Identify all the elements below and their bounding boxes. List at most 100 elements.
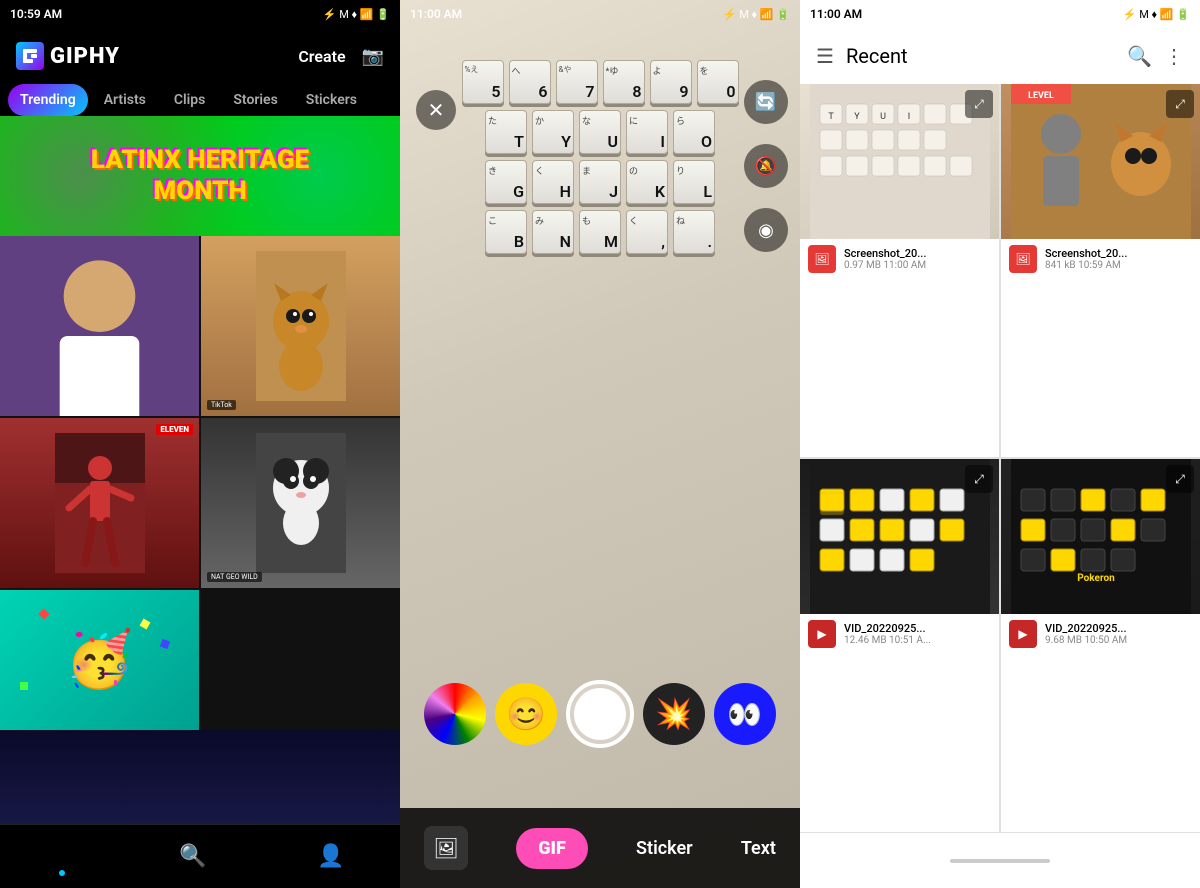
file-info: 🖼 Screenshot_20... 0.97 MB 11:00 AM (800, 239, 999, 279)
gallery-button[interactable]: 🖼 (424, 826, 468, 870)
home-icon: ⌂ (55, 844, 68, 870)
shutter-button[interactable] (566, 680, 634, 748)
file-thumbnail: Pokeron ⤢ (1001, 459, 1200, 614)
tiktok-badge: TikTok (207, 400, 236, 410)
file-type-icon: 🖼 (1009, 245, 1037, 273)
image-icon: 🖼 (1015, 252, 1030, 266)
giphy-logo: GIPHY (16, 42, 120, 70)
giphy-nav-stickers[interactable]: Stickers (294, 84, 369, 116)
file-name: Screenshot_20... (844, 247, 926, 260)
keyboard-key: りL (673, 160, 715, 204)
file-info: 🖼 Screenshot_20... 841 kB 10:59 AM (1001, 239, 1200, 279)
sticker-label: Sticker (636, 838, 693, 859)
keyboard-key: くH (532, 160, 574, 204)
panda-svg (256, 433, 346, 573)
giphy-nav-home[interactable]: ⌂ (55, 844, 68, 870)
giphy-gif-item[interactable] (0, 236, 199, 416)
svg-text:LEVEL: LEVEL (1028, 91, 1054, 101)
files-more-icon[interactable]: ⋮ (1164, 44, 1184, 68)
keyboard-key: みN (532, 210, 574, 254)
starburst-emoji: 💥 (655, 697, 692, 732)
keyboard-key: にI (626, 110, 668, 154)
mute-button[interactable]: 🔕 (744, 144, 788, 188)
file-thumbnail: LEVEL ⤢ (1001, 84, 1200, 239)
smiley-sticker[interactable]: 😊 (495, 683, 557, 745)
camera-viewfinder: %え5 へ6 &や7 *ゆ8 よ9 を0 たT かY なU にI らO きG く… (400, 0, 800, 888)
giphy-gif-item[interactable]: 🥳 (0, 590, 199, 730)
giphy-gif-item[interactable]: TikTok (201, 236, 400, 416)
files-drag-handle[interactable] (950, 859, 1050, 863)
giphy-create-button[interactable]: Create (298, 47, 345, 66)
giphy-nav-search[interactable]: 🔍 (179, 844, 206, 869)
confetti (20, 682, 28, 690)
files-status-icons: ⚡ M ♦ 📶 🔋 (1123, 8, 1190, 21)
giphy-bottom-nav: ⌂ 🔍 👤 (0, 824, 400, 888)
file-cell[interactable]: ⤢ ▶ VID_20220925... 12.46 MB 10:51 A... (800, 459, 999, 832)
image-icon: 🖼 (814, 252, 829, 266)
camera-bottom-bar: 🖼 GIF Sticker Text (400, 808, 800, 888)
gif-mode-button[interactable]: GIF (516, 828, 588, 869)
text-mode-button[interactable]: Text (741, 838, 776, 859)
files-header: ☰ Recent 🔍 ⋮ (800, 28, 1200, 84)
file-expand-button[interactable]: ⤢ (965, 465, 993, 493)
giphy-nav-trending[interactable]: Trending (8, 84, 88, 116)
giphy-nav-profile[interactable]: 👤 (317, 844, 344, 869)
camera-close-button[interactable]: ✕ (416, 90, 456, 130)
giphy-gif-item[interactable]: ELEVEN (0, 418, 199, 588)
file-cell[interactable]: T Y U I ⤢ 🖼 Screenshot_20... 0. (800, 84, 999, 457)
file-size-date: 12.46 MB 10:51 A... (844, 635, 931, 646)
giphy-banner-text: LATINX HERITAGEMONTH (91, 145, 309, 207)
giphy-gif-item-goodnight[interactable]: Good Night (0, 730, 400, 824)
keyboard-key: こB (485, 210, 527, 254)
keyboard-key: へ6 (509, 60, 551, 104)
file-thumbnail: T Y U I ⤢ (800, 84, 999, 239)
sticker-mode-button[interactable]: Sticker (636, 838, 693, 859)
mute-icon: 🔕 (755, 156, 777, 177)
rainbow-sticker[interactable] (424, 683, 486, 745)
starburst-sticker[interactable]: 💥 (643, 683, 705, 745)
flip-camera-icon: 🔄 (755, 92, 777, 113)
giphy-nav-clips[interactable]: Clips (162, 84, 218, 116)
file-info: ▶ VID_20220925... 9.68 MB 10:50 AM (1001, 614, 1200, 654)
giphy-camera-icon[interactable]: 📷 (362, 46, 384, 67)
giphy-banner[interactable]: LATINX HERITAGEMONTH (0, 116, 400, 236)
giphy-gif-item[interactable]: NAT GEO WILD (201, 418, 400, 588)
profile-icon: 👤 (317, 844, 344, 869)
file-expand-button[interactable]: ⤢ (965, 90, 993, 118)
file-cell[interactable]: Pokeron ⤢ ▶ VID_20220925... 9.68 MB 10:5… (1001, 459, 1200, 832)
keyboard-key: かY (532, 110, 574, 154)
giphy-nav-artists[interactable]: Artists (92, 84, 158, 116)
natgeo-badge: NAT GEO WILD (207, 572, 262, 582)
giphy-logo-svg (21, 47, 39, 65)
giphy-nav-stories[interactable]: Stories (221, 84, 289, 116)
files-status-bar: 11:00 AM ⚡ M ♦ 📶 🔋 (800, 0, 1200, 28)
file-meta: VID_20220925... 9.68 MB 10:50 AM (1045, 622, 1127, 646)
file-expand-button[interactable]: ⤢ (1166, 465, 1194, 493)
files-grid: T Y U I ⤢ 🖼 Screenshot_20... 0. (800, 84, 1200, 832)
file-expand-button[interactable]: ⤢ (1166, 90, 1194, 118)
keyboard-bg: %え5 へ6 &や7 *ゆ8 よ9 を0 たT かY なU にI らO きG く… (400, 0, 800, 888)
eyes-sticker[interactable]: 👀 (714, 683, 776, 745)
file-cell[interactable]: LEVEL ⤢ 🖼 Screenshot_20... 841 kB 10:59 … (1001, 84, 1200, 457)
files-search-icon[interactable]: 🔍 (1127, 44, 1152, 68)
giphy-time: 10:59 AM (10, 7, 62, 21)
face-filter-icon: ◉ (758, 220, 774, 241)
keyboard-key: もM (579, 210, 621, 254)
gif-thumbnail (0, 236, 199, 416)
giphy-header-right: Create 📷 (298, 46, 384, 67)
giphy-logo-icon (16, 42, 44, 70)
giphy-gif-grid: TikTok (0, 236, 400, 730)
face-filter-button[interactable]: ◉ (744, 208, 788, 252)
sport-svg (55, 433, 145, 573)
keyboard-key: なU (579, 110, 621, 154)
emoji-sticker: 🥳 (65, 628, 133, 692)
keyboard-key: らO (673, 110, 715, 154)
file-type-icon: ▶ (1009, 620, 1037, 648)
giphy-status-icons: ⚡ M ♦ 📶 🔋 (323, 8, 390, 21)
flip-camera-button[interactable]: 🔄 (744, 80, 788, 124)
svg-text:Y: Y (854, 112, 860, 122)
eleven-badge: ELEVEN (156, 424, 193, 435)
cat-svg (256, 251, 346, 401)
files-menu-icon[interactable]: ☰ (816, 44, 834, 68)
key-row: たT かY なU にI らO (410, 110, 790, 154)
